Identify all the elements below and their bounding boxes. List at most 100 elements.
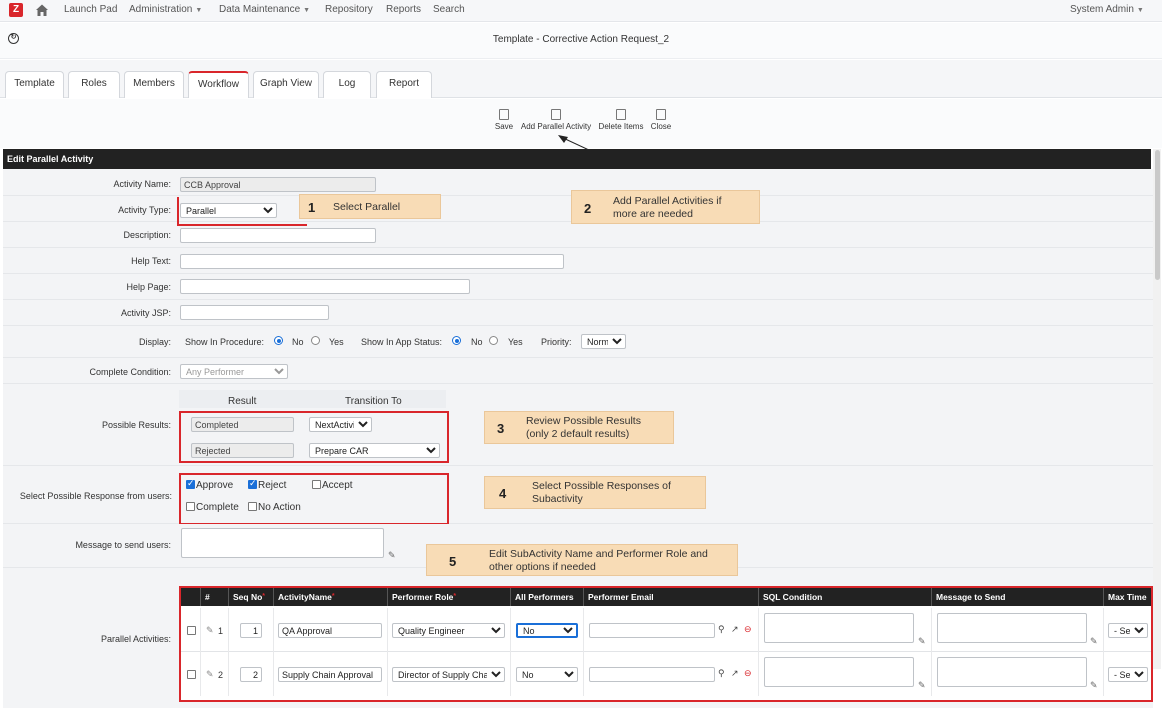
display-label: Display: <box>138 337 171 347</box>
complete-condition-label: Complete Condition: <box>89 367 171 377</box>
top-navigation: Z Launch Pad Administration ▼ Data Mainte… <box>0 0 1162 22</box>
callout-number: 2 <box>584 201 592 216</box>
nav-data-maintenance-label: Data Maintenance <box>219 4 301 15</box>
callout-text-line1: Edit SubActivity Name and Performer Role… <box>489 548 708 560</box>
tab-graph-view[interactable]: Graph View <box>253 71 319 98</box>
procedure-no-label: No <box>292 337 304 347</box>
chevron-down-icon: ▼ <box>303 7 311 14</box>
tab-log[interactable]: Log <box>323 71 371 98</box>
delete-items-label: Delete Items <box>598 122 644 131</box>
result-header: Result <box>228 396 257 407</box>
tab-workflow[interactable]: Workflow <box>188 71 249 98</box>
section-header: Edit Parallel Activity <box>3 149 1151 169</box>
priority-select[interactable]: Normal <box>581 334 626 349</box>
message-label: Message to send users: <box>75 540 171 550</box>
trash-icon <box>616 109 626 120</box>
callout-2: 2 Add Parallel Activities if more are ne… <box>571 190 760 224</box>
add-parallel-activity-button[interactable]: Add Parallel Activity <box>519 109 593 131</box>
row-complete-condition: Complete Condition: Any Performer <box>3 358 1153 384</box>
callout-number: 5 <box>449 554 457 569</box>
tab-bar: Template Roles Members Workflow Graph Vi… <box>0 60 1162 98</box>
app-status-yes-radio[interactable] <box>489 336 498 345</box>
callout-1: 1 Select Parallel <box>299 194 441 219</box>
highlight-possible-results <box>179 411 449 463</box>
delete-items-button[interactable]: Delete Items <box>597 109 645 131</box>
description-input[interactable] <box>180 228 376 243</box>
callout-text-line1: Select Possible Responses of <box>532 480 671 492</box>
row-activity-jsp: Activity JSP: <box>3 300 1153 326</box>
callout-text-line1: Add Parallel Activities if <box>613 195 722 207</box>
show-in-app-status-label: Show In App Status: <box>361 337 443 347</box>
close-label: Close <box>650 122 672 131</box>
app-status-yes-label: Yes <box>508 337 523 347</box>
activity-type-label: Activity Type: <box>118 205 171 215</box>
nav-administration-label: Administration <box>129 4 193 15</box>
chevron-down-icon: ▼ <box>195 7 203 14</box>
callout-text-line2: other options if needed <box>489 561 596 573</box>
callout-number: 4 <box>499 486 507 501</box>
help-text-input[interactable] <box>180 254 564 269</box>
activity-name-label: Activity Name: <box>113 179 171 189</box>
close-icon <box>656 109 666 120</box>
save-button[interactable]: Save <box>493 109 515 131</box>
scrollbar-thumb[interactable] <box>1155 150 1160 280</box>
add-parallel-activity-label: Add Parallel Activity <box>520 122 592 131</box>
callout-3: 3 Review Possible Results (only 2 defaul… <box>484 411 674 444</box>
row-help-page: Help Page: <box>3 274 1153 300</box>
nav-reports[interactable]: Reports <box>386 4 421 15</box>
app-status-no-label: No <box>471 337 483 347</box>
user-menu[interactable]: System Admin ▼ <box>1070 4 1144 15</box>
callout-number: 3 <box>497 421 505 436</box>
priority-label: Priority: <box>541 337 572 347</box>
row-description: Description: <box>3 222 1153 248</box>
message-textarea[interactable] <box>181 528 384 558</box>
close-button[interactable]: Close <box>649 109 673 131</box>
nav-repository[interactable]: Repository <box>325 4 373 15</box>
nav-search[interactable]: Search <box>433 4 465 15</box>
callout-text-line2: Subactivity <box>532 493 583 505</box>
nav-data-maintenance[interactable]: Data Maintenance ▼ <box>219 4 310 15</box>
callout-text-line2: (only 2 default results) <box>526 428 630 440</box>
wrench-icon[interactable]: ✎ <box>388 550 396 561</box>
tab-template[interactable]: Template <box>5 71 64 98</box>
chevron-down-icon: ▼ <box>1136 7 1144 14</box>
title-bar: ↻ Template - Corrective Action Request_2 <box>0 23 1162 59</box>
edit-icon <box>551 109 561 120</box>
save-icon <box>499 109 509 120</box>
callout-text-line2: more are needed <box>613 208 693 220</box>
callout-text: Select Parallel <box>333 201 401 213</box>
row-display: Display: Show In Procedure: No Yes Show … <box>3 326 1153 358</box>
help-text-label: Help Text: <box>131 256 171 266</box>
save-label: Save <box>494 122 514 131</box>
procedure-no-radio[interactable] <box>274 336 283 345</box>
app-logo[interactable]: Z <box>9 3 23 17</box>
nav-administration[interactable]: Administration ▼ <box>129 4 202 15</box>
possible-results-label: Possible Results: <box>101 420 171 430</box>
highlight-possible-responses <box>179 473 449 525</box>
procedure-yes-label: Yes <box>329 337 344 347</box>
activity-name-input[interactable] <box>180 177 376 192</box>
tab-report[interactable]: Report <box>376 71 432 98</box>
responses-label: Select Possible Response from users: <box>19 491 172 501</box>
parallel-activities-label: Parallel Activities: <box>100 634 171 644</box>
help-page-label: Help Page: <box>126 282 171 292</box>
app-status-no-radio[interactable] <box>452 336 461 345</box>
transition-header: Transition To <box>345 396 402 407</box>
complete-condition-select[interactable]: Any Performer <box>180 364 288 379</box>
home-icon[interactable] <box>34 2 50 18</box>
procedure-yes-radio[interactable] <box>311 336 320 345</box>
callout-5: 5 Edit SubActivity Name and Performer Ro… <box>426 544 738 576</box>
results-header <box>179 390 446 408</box>
highlight-parallel-activities <box>179 586 1153 702</box>
user-name: System Admin <box>1070 4 1134 15</box>
callout-number: 1 <box>308 200 316 215</box>
help-page-input[interactable] <box>180 279 470 294</box>
page-title: Template - Corrective Action Request_2 <box>492 34 670 45</box>
activity-jsp-input[interactable] <box>180 305 329 320</box>
tab-members[interactable]: Members <box>124 71 184 98</box>
description-label: Description: <box>123 230 171 240</box>
callout-text-line1: Review Possible Results <box>526 415 641 427</box>
show-in-procedure-label: Show In Procedure: <box>185 337 265 347</box>
nav-launch-pad[interactable]: Launch Pad <box>64 4 117 15</box>
tab-roles[interactable]: Roles <box>68 71 120 98</box>
